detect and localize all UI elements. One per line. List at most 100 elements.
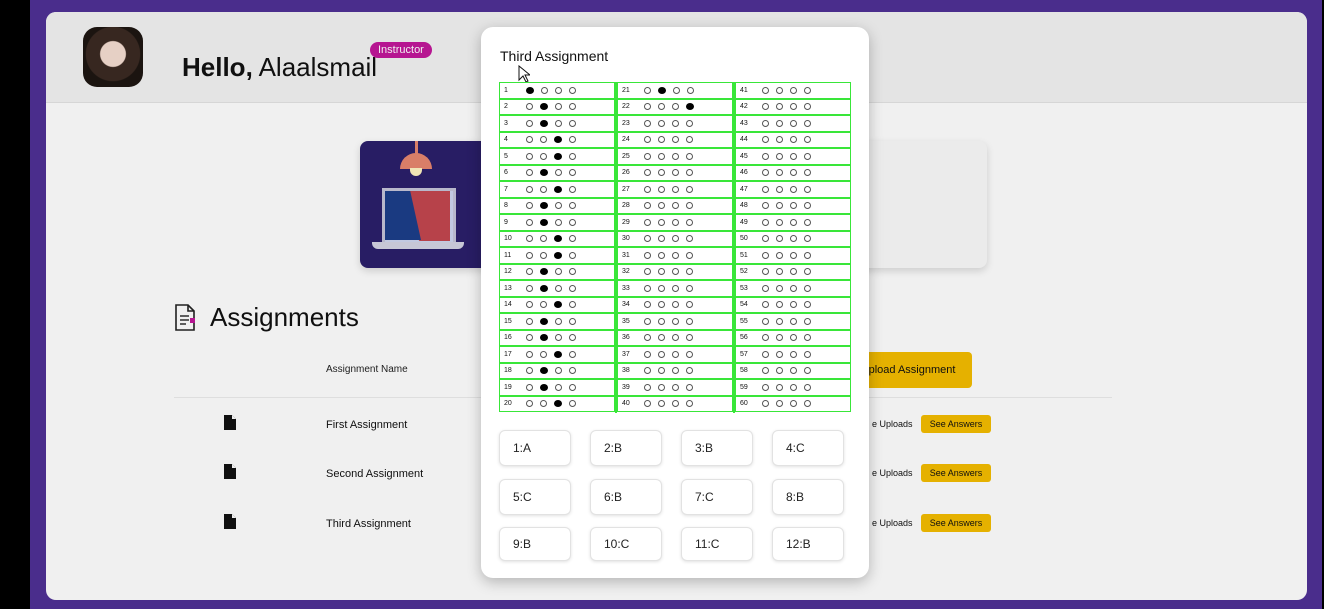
bubble-empty	[555, 383, 562, 391]
bubble-filled	[540, 317, 548, 325]
sheet-row: 57	[735, 346, 851, 363]
bubble-group	[762, 136, 811, 144]
bubble-empty	[540, 152, 547, 160]
answer-box[interactable]: 11:C	[681, 527, 753, 561]
question-number: 29	[622, 218, 630, 226]
bubble-filled	[540, 218, 548, 226]
sheet-row: 45	[735, 148, 851, 165]
bubble-empty	[526, 350, 533, 358]
bubble-empty	[644, 400, 651, 408]
sheet-row: 43	[735, 115, 851, 132]
question-number: 4	[504, 136, 508, 144]
bubble-empty	[672, 400, 679, 408]
bubble-group	[644, 218, 693, 226]
bubble-empty	[569, 152, 576, 160]
answer-box[interactable]: 5:C	[499, 479, 571, 515]
bubble-empty	[644, 383, 651, 391]
bubble-empty	[804, 301, 811, 309]
answer-box[interactable]: 10:C	[590, 527, 662, 561]
bubble-empty	[804, 400, 811, 408]
bubble-empty	[686, 367, 693, 375]
answer-box[interactable]: 6:B	[590, 479, 662, 515]
bubble-empty	[658, 301, 665, 309]
bubble-empty	[687, 86, 694, 94]
bubble-group	[644, 383, 693, 391]
bubble-empty	[776, 86, 783, 94]
bubble-empty	[658, 268, 665, 276]
answer-box[interactable]: 7:C	[681, 479, 753, 515]
bubble-filled	[526, 86, 534, 94]
bubble-empty	[762, 301, 769, 309]
sheet-row: 23	[617, 115, 733, 132]
bubble-empty	[686, 301, 693, 309]
bubble-empty	[569, 218, 576, 226]
sheet-row: 20	[499, 395, 615, 412]
sheet-row: 53	[735, 280, 851, 297]
answer-box[interactable]: 1:A	[499, 430, 571, 466]
bubble-empty	[762, 350, 769, 358]
bubble-empty	[686, 334, 693, 342]
bubble-empty	[804, 383, 811, 391]
bubble-empty	[526, 103, 533, 111]
answer-box[interactable]: 9:B	[499, 527, 571, 561]
bubble-empty	[658, 152, 665, 160]
question-number: 33	[622, 284, 630, 292]
sheet-row: 51	[735, 247, 851, 264]
bubble-empty	[672, 383, 679, 391]
bubble-empty	[658, 103, 665, 111]
bubble-group	[762, 251, 811, 259]
bubble-empty	[686, 152, 693, 160]
answer-box[interactable]: 2:B	[590, 430, 662, 466]
bubble-empty	[569, 268, 576, 276]
bubble-empty	[776, 301, 783, 309]
sheet-row: 38	[617, 362, 733, 379]
bubble-empty	[804, 334, 811, 342]
sheet-row: 33	[617, 280, 733, 297]
bubble-group	[526, 119, 576, 127]
bubble-empty	[540, 136, 547, 144]
sheet-row: 9	[499, 214, 615, 231]
bubble-empty	[672, 202, 679, 210]
bubble-group	[644, 86, 694, 94]
bubble-filled	[554, 350, 562, 358]
bubble-group	[762, 268, 811, 276]
bubble-empty	[790, 218, 797, 226]
answer-box[interactable]: 12:B	[772, 527, 844, 561]
bubble-empty	[526, 317, 533, 325]
bubble-empty	[804, 103, 811, 111]
bubble-group	[762, 103, 811, 111]
bubble-empty	[672, 152, 679, 160]
bubble-group	[762, 235, 811, 243]
bubble-empty	[526, 218, 533, 226]
bubble-empty	[658, 202, 665, 210]
bubble-empty	[569, 284, 576, 292]
sheet-column-divider	[733, 82, 735, 413]
sheet-row: 31	[617, 247, 733, 264]
bubble-group	[762, 334, 811, 342]
bubble-empty	[569, 235, 576, 243]
bubble-empty	[644, 169, 651, 177]
answer-box[interactable]: 3:B	[681, 430, 753, 466]
bubble-empty	[790, 169, 797, 177]
bubble-empty	[790, 400, 797, 408]
bubble-empty	[686, 400, 693, 408]
answer-box[interactable]: 8:B	[772, 479, 844, 515]
bubble-empty	[686, 169, 693, 177]
bubble-group	[644, 334, 693, 342]
answer-box[interactable]: 4:C	[772, 430, 844, 466]
bubble-filled	[554, 400, 562, 408]
bubble-empty	[762, 86, 769, 94]
bubble-group	[644, 367, 693, 375]
bubble-empty	[555, 334, 562, 342]
bubble-group	[644, 235, 693, 243]
sheet-row: 14	[499, 296, 615, 313]
bubble-empty	[555, 103, 562, 111]
bubble-empty	[790, 86, 797, 94]
bubble-empty	[569, 185, 576, 193]
bubble-empty	[686, 119, 693, 127]
bubble-group	[526, 334, 576, 342]
bubble-empty	[526, 400, 533, 408]
bubble-group	[762, 317, 811, 325]
bubble-empty	[569, 169, 576, 177]
sheet-row: 35	[617, 313, 733, 330]
